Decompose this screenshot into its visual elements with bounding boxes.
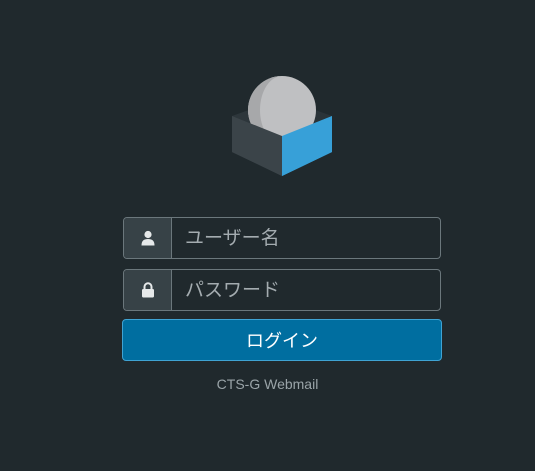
roundcube-logo-icon [230, 76, 334, 180]
login-button[interactable]: ログイン [122, 319, 442, 361]
username-input[interactable] [172, 218, 440, 258]
lock-icon [124, 270, 172, 310]
user-icon [124, 218, 172, 258]
product-name: CTS-G Webmail [216, 376, 319, 392]
password-field [123, 269, 441, 311]
password-input[interactable] [172, 270, 440, 310]
username-field [123, 217, 441, 259]
